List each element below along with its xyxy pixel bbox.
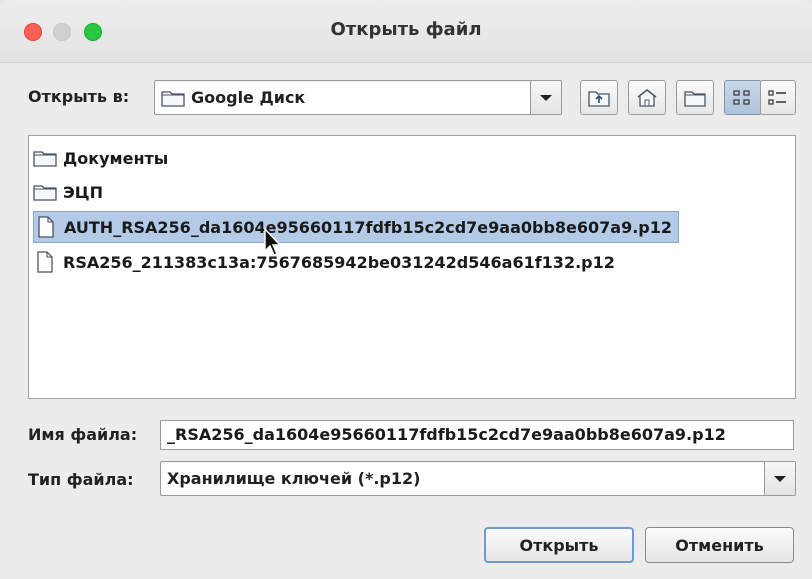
filetype-value: Хранилище ключей (*.p12) [167, 469, 421, 488]
up-folder-icon [588, 90, 610, 107]
file-icon [33, 251, 57, 273]
list-item-label: ЭЦП [63, 182, 103, 202]
home-icon [637, 88, 657, 107]
look-in-value-wrap: Google Диск [161, 81, 305, 114]
look-in-value: Google Диск [191, 88, 306, 107]
look-in-combo[interactable]: Google Диск [154, 80, 562, 115]
list-view-icon [733, 89, 750, 105]
look-in-label: Открыть в: [28, 87, 130, 106]
mouse-cursor-icon [264, 227, 281, 256]
folder-icon [161, 90, 185, 107]
list-item-selected[interactable]: AUTH_RSA256_da1604e95660117fdfb15c2cd7e9… [33, 211, 680, 243]
cancel-button[interactable]: Отменить [645, 527, 794, 563]
up-one-level-button[interactable] [580, 80, 618, 115]
window-title: Открыть файл [330, 19, 482, 40]
file-list[interactable]: Документы ЭЦП AUTH_RSA256_da1604e9566011… [28, 135, 796, 399]
folder-icon [33, 181, 57, 203]
list-item[interactable]: Документы [33, 143, 174, 173]
list-item[interactable]: RSA256_211383c13a:7567685942be031242d546… [33, 247, 621, 277]
open-file-dialog: Открыть файл Открыть в: Google Диск Доку… [0, 0, 812, 579]
details-view-icon [768, 89, 786, 105]
look-in-dropdown-arrow[interactable] [530, 81, 561, 114]
filename-input[interactable]: _RSA256_da1604e95660117fdfb15c2cd7e9aa0b… [160, 420, 794, 450]
filetype-label: Тип файла: [28, 470, 134, 489]
open-button[interactable]: Открыть [484, 527, 634, 563]
list-view-button[interactable] [724, 80, 762, 115]
chevron-down-icon [540, 94, 552, 101]
new-folder-icon [684, 90, 706, 107]
title-bar: Открыть файл [0, 0, 812, 63]
home-button[interactable] [628, 80, 666, 115]
list-item[interactable]: ЭЦП [33, 177, 109, 207]
list-item-label: AUTH_RSA256_da1604e95660117fdfb15c2cd7e9… [64, 217, 673, 237]
chevron-down-icon [774, 475, 786, 482]
filetype-dropdown-arrow[interactable] [764, 462, 795, 495]
filename-label: Имя файла: [28, 425, 138, 444]
filetype-combo[interactable]: Хранилище ключей (*.p12) [160, 461, 796, 496]
list-item-label: Документы [63, 148, 169, 168]
folder-icon [33, 147, 57, 169]
file-icon [34, 216, 58, 238]
new-folder-button[interactable] [676, 80, 714, 115]
details-view-button[interactable] [760, 80, 796, 115]
list-item-label: RSA256_211383c13a:7567685942be031242d546… [63, 252, 615, 272]
